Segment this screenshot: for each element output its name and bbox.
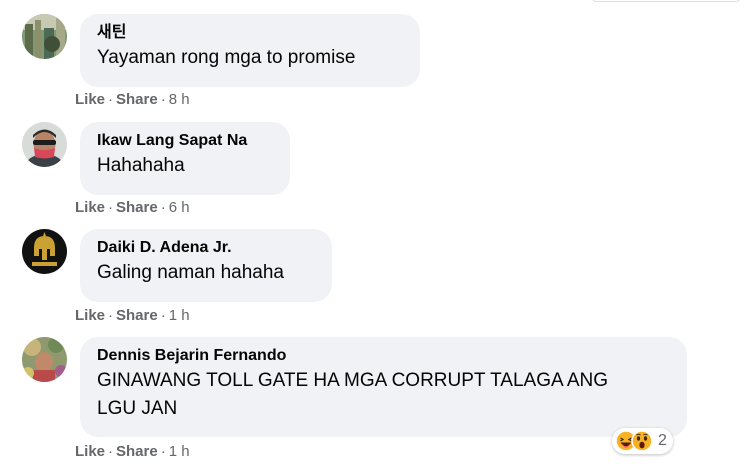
comment-author[interactable]: Dennis Bejarin Fernando — [97, 346, 669, 366]
like-button[interactable]: Like — [75, 199, 105, 216]
comment-timestamp[interactable]: 6 h — [169, 199, 190, 216]
previous-element-edge — [592, 0, 740, 2]
comment-author[interactable]: Ikaw Lang Sapat Na — [97, 131, 272, 151]
avatar[interactable] — [22, 14, 67, 59]
separator-dot: · — [160, 199, 166, 216]
comment-actions: Like · Share · 1 h — [75, 307, 190, 325]
separator-dot: · — [108, 443, 114, 460]
comment-text: GINAWANG TOLL GATE HA MGA CORRUPT TALAGA… — [97, 367, 669, 423]
comment-author[interactable]: 새틴 — [97, 23, 402, 43]
comment-bubble: Ikaw Lang Sapat Na Hahahaha — [80, 122, 290, 195]
comment-author[interactable]: Daiki D. Adena Jr. — [97, 238, 314, 258]
share-button[interactable]: Share — [116, 443, 158, 460]
comment-timestamp[interactable]: 1 h — [169, 443, 190, 460]
separator-dot: · — [108, 91, 114, 108]
like-button[interactable]: Like — [75, 91, 105, 108]
avatar[interactable] — [22, 122, 67, 167]
like-button[interactable]: Like — [75, 443, 105, 460]
separator-dot: · — [160, 307, 166, 324]
comment-timestamp[interactable]: 1 h — [169, 307, 190, 324]
wow-emoji-icon — [631, 430, 653, 452]
comment-actions: Like · Share · 8 h — [75, 91, 190, 109]
reaction-count: 2 — [658, 432, 667, 449]
separator-dot: · — [108, 199, 114, 216]
avatar-image-icon — [22, 14, 67, 59]
share-button[interactable]: Share — [116, 91, 158, 108]
comment-bubble: 새틴 Yayaman rong mga to promise — [80, 14, 420, 87]
comment-actions: Like · Share · 6 h — [75, 199, 190, 217]
comment-timestamp[interactable]: 8 h — [169, 91, 190, 108]
comment-bubble: Dennis Bejarin Fernando GINAWANG TOLL GA… — [80, 337, 687, 437]
comment-text-line: LGU JAN — [97, 398, 178, 419]
comment-text: Galing naman hahaha — [97, 262, 284, 283]
avatar-image-icon — [22, 122, 67, 167]
separator-dot: · — [160, 443, 166, 460]
like-button[interactable]: Like — [75, 307, 105, 324]
share-button[interactable]: Share — [116, 307, 158, 324]
share-button[interactable]: Share — [116, 199, 158, 216]
separator-dot: · — [160, 91, 166, 108]
avatar-image-icon — [22, 337, 67, 382]
avatar[interactable] — [22, 337, 67, 382]
spartan-helmet-logo-icon — [22, 229, 67, 274]
comment-text: Hahahaha — [97, 155, 185, 176]
comment-text-line: GINAWANG TOLL GATE HA MGA CORRUPT TALAGA… — [97, 370, 609, 391]
avatar[interactable] — [22, 229, 67, 274]
comment-text: Yayaman rong mga to promise — [97, 47, 356, 68]
reaction-summary[interactable]: 2 — [612, 428, 673, 454]
comment-bubble: Daiki D. Adena Jr. Galing naman hahaha — [80, 229, 332, 302]
separator-dot: · — [108, 307, 114, 324]
comment-actions: Like · Share · 1 h — [75, 443, 190, 461]
